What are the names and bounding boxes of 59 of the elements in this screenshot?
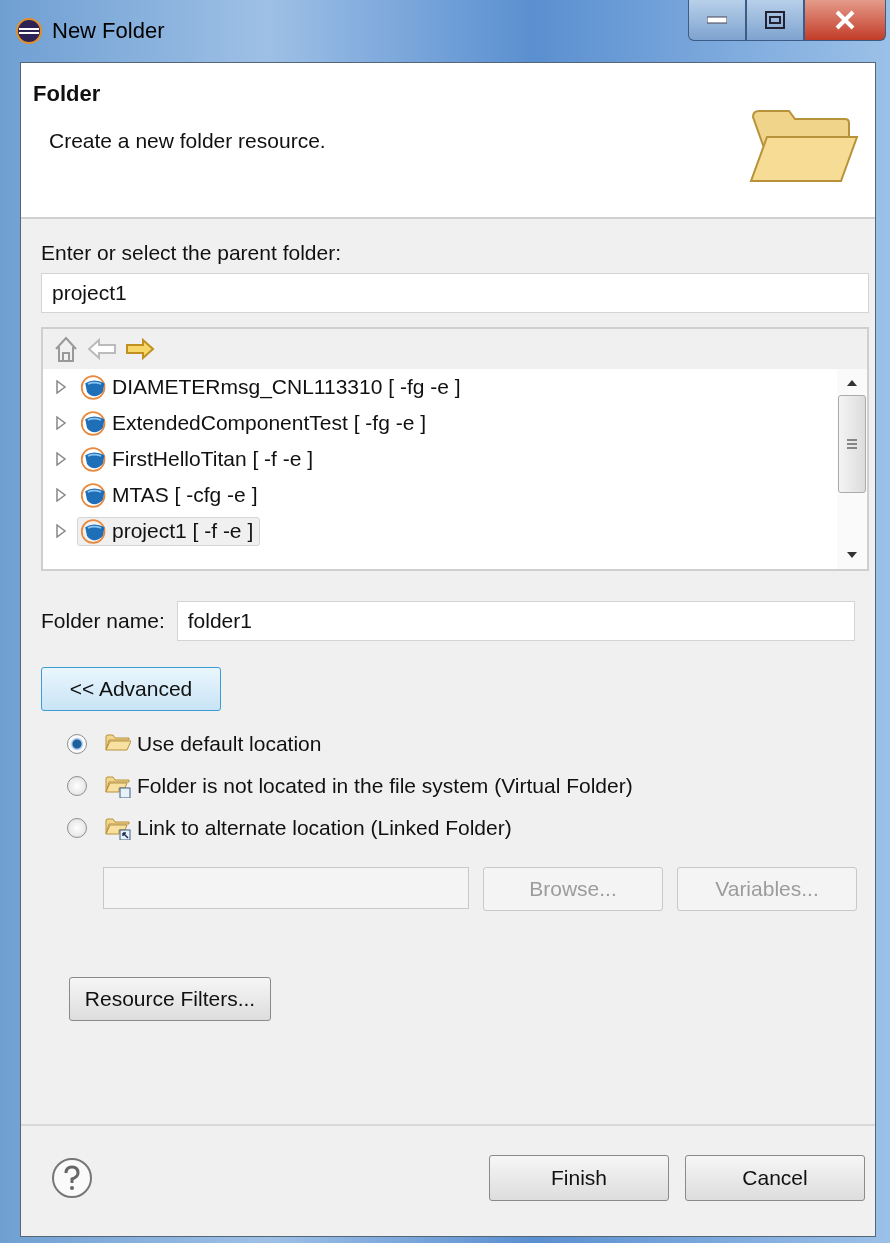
project-icon	[80, 517, 108, 545]
linked-folder-icon	[105, 816, 131, 840]
tree-item[interactable]: project1 [ -f -e ]	[77, 516, 261, 546]
option-label: Link to alternate location (Linked Folder)	[137, 816, 512, 840]
folder-name-field[interactable]: folder1	[176, 601, 855, 641]
expand-toggle[interactable]	[55, 524, 67, 538]
option-label: Use default location	[137, 732, 322, 756]
virtual-folder-icon	[105, 774, 131, 798]
field-label: Folder name:	[41, 609, 165, 633]
page-title: Folder	[33, 81, 102, 107]
field-label: Enter or select the parent folder:	[41, 241, 342, 265]
expand-toggle[interactable]	[55, 452, 67, 466]
tree-item[interactable]: FirstHelloTitan [ -f -e ]	[77, 444, 321, 474]
resource-filters-button[interactable]: Resource Filters...	[69, 977, 271, 1021]
close-icon	[834, 10, 856, 30]
page-description: Create a new folder resource.	[49, 129, 326, 153]
scroll-down-icon	[846, 551, 858, 559]
forward-button[interactable]	[125, 338, 155, 360]
maximize-button[interactable]	[746, 0, 804, 41]
app-icon	[16, 18, 42, 44]
project-icon	[80, 445, 108, 473]
radio-button[interactable]	[67, 776, 87, 796]
help-button[interactable]	[51, 1157, 93, 1199]
dialog-button[interactable]: Cancel	[685, 1155, 865, 1201]
maximize-icon	[765, 11, 785, 29]
expand-triangle-icon	[55, 488, 67, 502]
project-icon	[80, 481, 108, 509]
home-icon	[53, 335, 79, 363]
radio-button[interactable]	[67, 734, 87, 754]
grip-icon	[846, 439, 858, 449]
back-button[interactable]	[87, 338, 117, 360]
expand-toggle[interactable]	[55, 380, 67, 394]
minimize-button[interactable]	[688, 0, 746, 41]
tree-item[interactable]: MTAS [ -cfg -e ]	[77, 480, 265, 510]
expand-triangle-icon	[55, 416, 67, 430]
tree-item[interactable]: DIAMETERmsg_CNL113310 [ -fg -e ]	[77, 372, 468, 402]
scroll-thumb[interactable]	[838, 395, 866, 493]
scrollbar[interactable]	[837, 369, 867, 569]
back-arrow-icon	[87, 338, 117, 360]
close-button[interactable]	[804, 0, 886, 41]
expand-triangle-icon	[55, 524, 67, 538]
option-label: Folder is not located in the file system (Virtual Folder)	[137, 774, 633, 798]
dialog-button[interactable]: Finish	[489, 1155, 669, 1201]
help-icon	[51, 1157, 93, 1199]
scroll-up-icon	[846, 379, 858, 387]
home-button[interactable]	[53, 335, 79, 363]
radio-button[interactable]	[67, 818, 87, 838]
forward-arrow-icon	[125, 338, 155, 360]
project-icon	[80, 373, 108, 401]
expand-triangle-icon	[55, 452, 67, 466]
project-icon	[80, 409, 108, 437]
window-title: New Folder	[52, 18, 165, 44]
advanced-button[interactable]: << Advanced	[41, 667, 221, 711]
expand-toggle[interactable]	[55, 488, 67, 502]
tree-item[interactable]: ExtendedComponentTest [ -fg -e ]	[77, 408, 433, 438]
expand-toggle[interactable]	[55, 416, 67, 430]
expand-triangle-icon	[55, 380, 67, 394]
parent-folder-field[interactable]: project1	[41, 273, 869, 313]
minimize-icon	[707, 16, 727, 24]
